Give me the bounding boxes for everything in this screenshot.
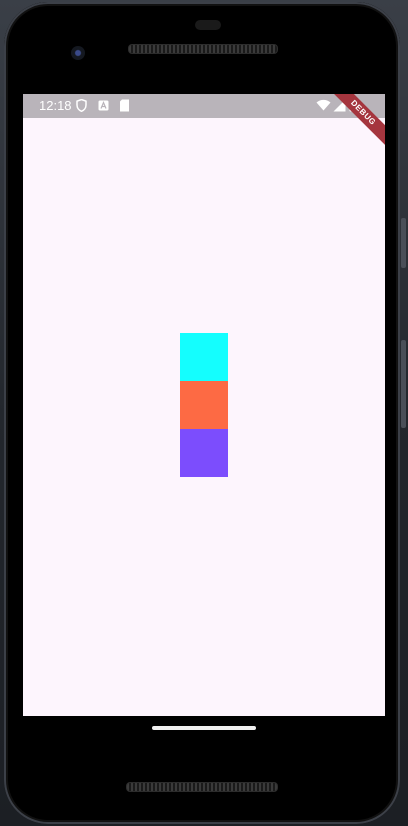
power-button — [401, 340, 406, 428]
volume-button — [401, 218, 406, 268]
top-speaker-grille — [128, 44, 278, 54]
shield-icon — [76, 98, 87, 115]
purple-block — [180, 429, 228, 477]
status-bar: 12:18 DEBUG — [23, 94, 385, 152]
earpiece — [195, 20, 221, 30]
orange-block — [180, 381, 228, 429]
wifi-icon — [316, 99, 331, 114]
app-screen: 12:18 DEBUG — [23, 94, 385, 716]
status-time: 12:18 — [39, 98, 72, 113]
a-notification-icon — [98, 99, 109, 114]
sd-card-icon — [119, 99, 130, 115]
home-indicator[interactable] — [152, 726, 256, 730]
front-camera — [71, 46, 85, 60]
bottom-speaker-grille — [126, 782, 278, 792]
cyan-block — [180, 333, 228, 381]
